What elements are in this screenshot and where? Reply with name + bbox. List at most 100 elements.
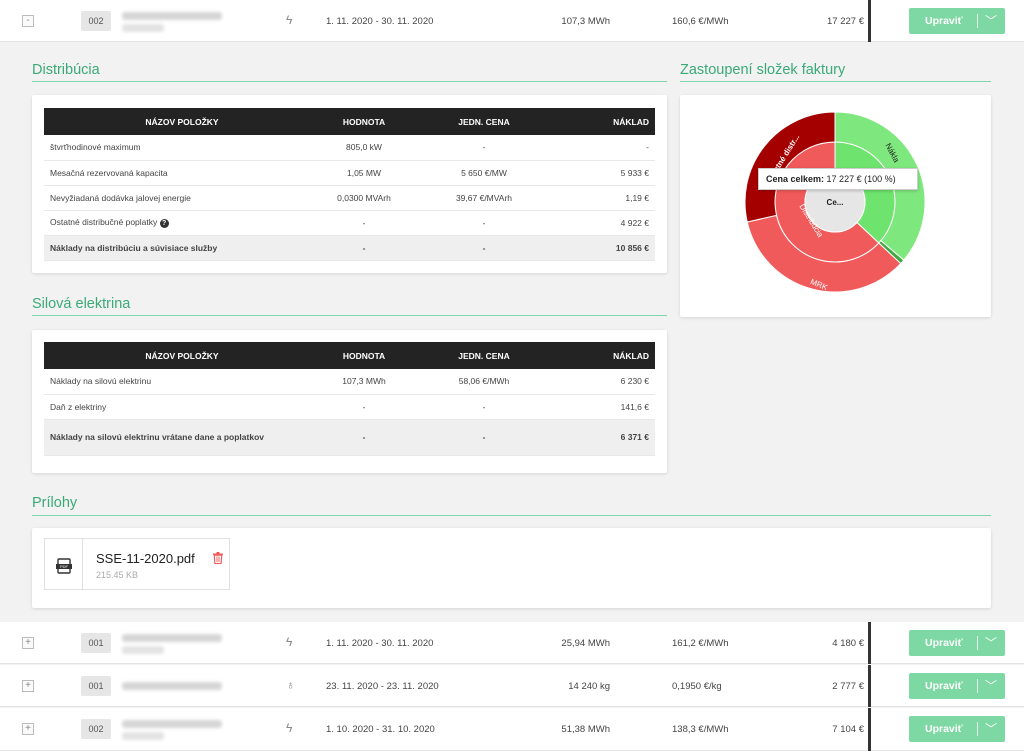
pdf-file-icon: PDF — [45, 539, 83, 591]
customer-name-blurred — [122, 12, 222, 20]
cell: - — [414, 234, 554, 261]
unit-price: 0,1950 €/kg — [672, 681, 722, 692]
attachment-item[interactable]: PDF SSE-11-2020.pdf 215.45 KB — [44, 538, 230, 591]
cell: Náklady na silovú elektrinu — [44, 369, 314, 395]
billing-period: 23. 11. 2020 - 23. 11. 2020 — [326, 681, 439, 692]
trash-icon[interactable] — [213, 551, 223, 569]
cell: 1,19 € — [554, 185, 655, 211]
sunburst-chart[interactable]: Ce...DistribúciaMRKOstatné distr... Nákla — [680, 95, 991, 317]
billing-period: 1. 11. 2020 - 30. 11. 2020 — [326, 638, 434, 649]
cell: 58,06 €/MWh — [414, 369, 554, 395]
section-underline — [32, 515, 991, 516]
cell: Náklady na distribúciu a súvisiace služb… — [44, 234, 314, 261]
unit-price: 161,2 €/MWh — [672, 638, 729, 649]
col-header: HODNOTA — [314, 108, 414, 135]
cell: štvrťhodinové maximum — [44, 135, 314, 161]
cell: - — [414, 418, 554, 456]
file-name[interactable]: SSE-11-2020.pdf — [96, 551, 195, 566]
edit-button[interactable]: Upraviť ﹀ — [909, 716, 1005, 742]
total-row: Náklady na silovú elektrinu vrátane dane… — [44, 418, 655, 456]
silova-table: NÁZOV POLOŽKY HODNOTA JEDN. CENA NÁKLAD … — [44, 342, 655, 456]
table-row: Ostatné distribučné poplatky ? - - 4 922… — [44, 210, 655, 236]
section-title-silova: Silová elektrina — [32, 296, 131, 312]
col-header: NÁZOV POLOŽKY — [44, 108, 314, 135]
billing-period: 1. 11. 2020 - 30. 11. 2020 — [326, 16, 434, 27]
expand-toggle[interactable]: + — [22, 723, 34, 735]
customer-name-blurred — [122, 682, 222, 690]
quantity: 25,94 MWh — [561, 638, 610, 649]
customer-name-blurred — [122, 634, 222, 642]
customer-sub-blurred — [122, 24, 164, 32]
file-size: 215.45 KB — [96, 570, 139, 580]
cell: 10 856 € — [554, 234, 655, 261]
billing-period: 1. 10. 2020 - 31. 10. 2020 — [326, 724, 435, 735]
cell: - — [414, 210, 554, 236]
tooltip-label: Cena celkem: — [766, 174, 825, 184]
cell: 805,0 kW — [314, 135, 414, 161]
section-underline — [680, 81, 991, 82]
edit-label: Upraviť — [925, 723, 963, 735]
col-header: NÁKLAD — [554, 108, 655, 135]
cell-label: Ostatné distribučné poplatky — [50, 217, 158, 228]
total-cost: 2 777 € — [832, 681, 864, 692]
row-number: 001 — [81, 633, 111, 653]
cell: 107,3 MWh — [314, 369, 414, 395]
chevron-down-icon[interactable]: ﹀ — [985, 720, 997, 737]
svg-text:PDF: PDF — [60, 564, 69, 569]
unit-price: 138,3 €/MWh — [672, 724, 729, 735]
chart-title: Zastoupení složek faktury — [680, 62, 846, 78]
chevron-down-icon[interactable]: ﹀ — [985, 634, 997, 651]
table-row: Nevyžiadaná dodávka jalovej energie 0,03… — [44, 185, 655, 211]
collapse-toggle[interactable]: - — [22, 15, 34, 27]
info-icon[interactable]: ? — [159, 218, 169, 228]
expand-toggle[interactable]: + — [22, 680, 34, 692]
unit-price: 160,6 €/MWh — [672, 16, 729, 27]
invoice-row: + 001 ♁ 23. 11. 2020 - 23. 11. 2020 14 2… — [0, 665, 1024, 707]
divider — [977, 14, 978, 28]
cell: Ostatné distribučné poplatky ? — [44, 210, 314, 236]
table-row: Daň z elektriny - - 141,6 € — [44, 394, 655, 420]
bolt-icon: ϟ — [286, 635, 293, 649]
cell: - — [314, 418, 414, 456]
edit-label: Upraviť — [925, 637, 963, 649]
divider — [868, 622, 871, 664]
divider — [977, 679, 978, 693]
section-title-prilohy: Prílohy — [32, 495, 78, 511]
divider — [868, 0, 871, 42]
cell: Náklady na silovú elektrinu vrátane dane… — [44, 418, 314, 456]
table-row: Náklady na silovú elektrinu 107,3 MWh 58… — [44, 369, 655, 395]
cell: 4 922 € — [554, 210, 655, 236]
cell: 6 371 € — [554, 418, 655, 456]
invoice-row: + 002 ϟ 1. 10. 2020 - 31. 10. 2020 51,38… — [0, 708, 1024, 751]
edit-button[interactable]: Upraviť ﹀ — [909, 630, 1005, 656]
divider — [868, 708, 871, 751]
expand-toggle[interactable]: + — [22, 637, 34, 649]
total-row: Náklady na distribúciu a súvisiace služb… — [44, 234, 655, 261]
edit-button[interactable]: Upraviť ﹀ — [909, 8, 1005, 34]
edit-label: Upraviť — [925, 680, 963, 692]
table-row: Mesačná rezervovaná kapacita 1,05 MW 5 6… — [44, 160, 655, 186]
divider — [977, 722, 978, 736]
total-cost: 4 180 € — [832, 638, 864, 649]
total-cost: 7 104 € — [832, 724, 864, 735]
bolt-icon: ϟ — [286, 721, 293, 735]
col-header: HODNOTA — [314, 342, 414, 369]
cell: 5 933 € — [554, 160, 655, 186]
row-number: 002 — [81, 11, 111, 31]
chevron-down-icon[interactable]: ﹀ — [985, 12, 997, 29]
cell: 141,6 € — [554, 394, 655, 420]
quantity: 51,38 MWh — [561, 724, 610, 735]
cell: 0,0300 MVArh — [314, 185, 414, 211]
cell: 5 650 €/MW — [414, 160, 554, 186]
cell: 1,05 MW — [314, 160, 414, 186]
section-title-distribucia: Distribúcia — [32, 62, 100, 78]
total-cost: 17 227 € — [827, 16, 864, 27]
edit-button[interactable]: Upraviť ﹀ — [909, 673, 1005, 699]
section-underline — [32, 81, 667, 82]
divider — [977, 636, 978, 650]
cell: 39,67 €/MVArh — [414, 185, 554, 211]
chevron-down-icon[interactable]: ﹀ — [985, 677, 997, 694]
customer-sub-blurred — [122, 646, 164, 654]
customer-name-blurred — [122, 720, 222, 728]
distribucia-table: NÁZOV POLOŽKY HODNOTA JEDN. CENA NÁKLAD … — [44, 108, 655, 261]
